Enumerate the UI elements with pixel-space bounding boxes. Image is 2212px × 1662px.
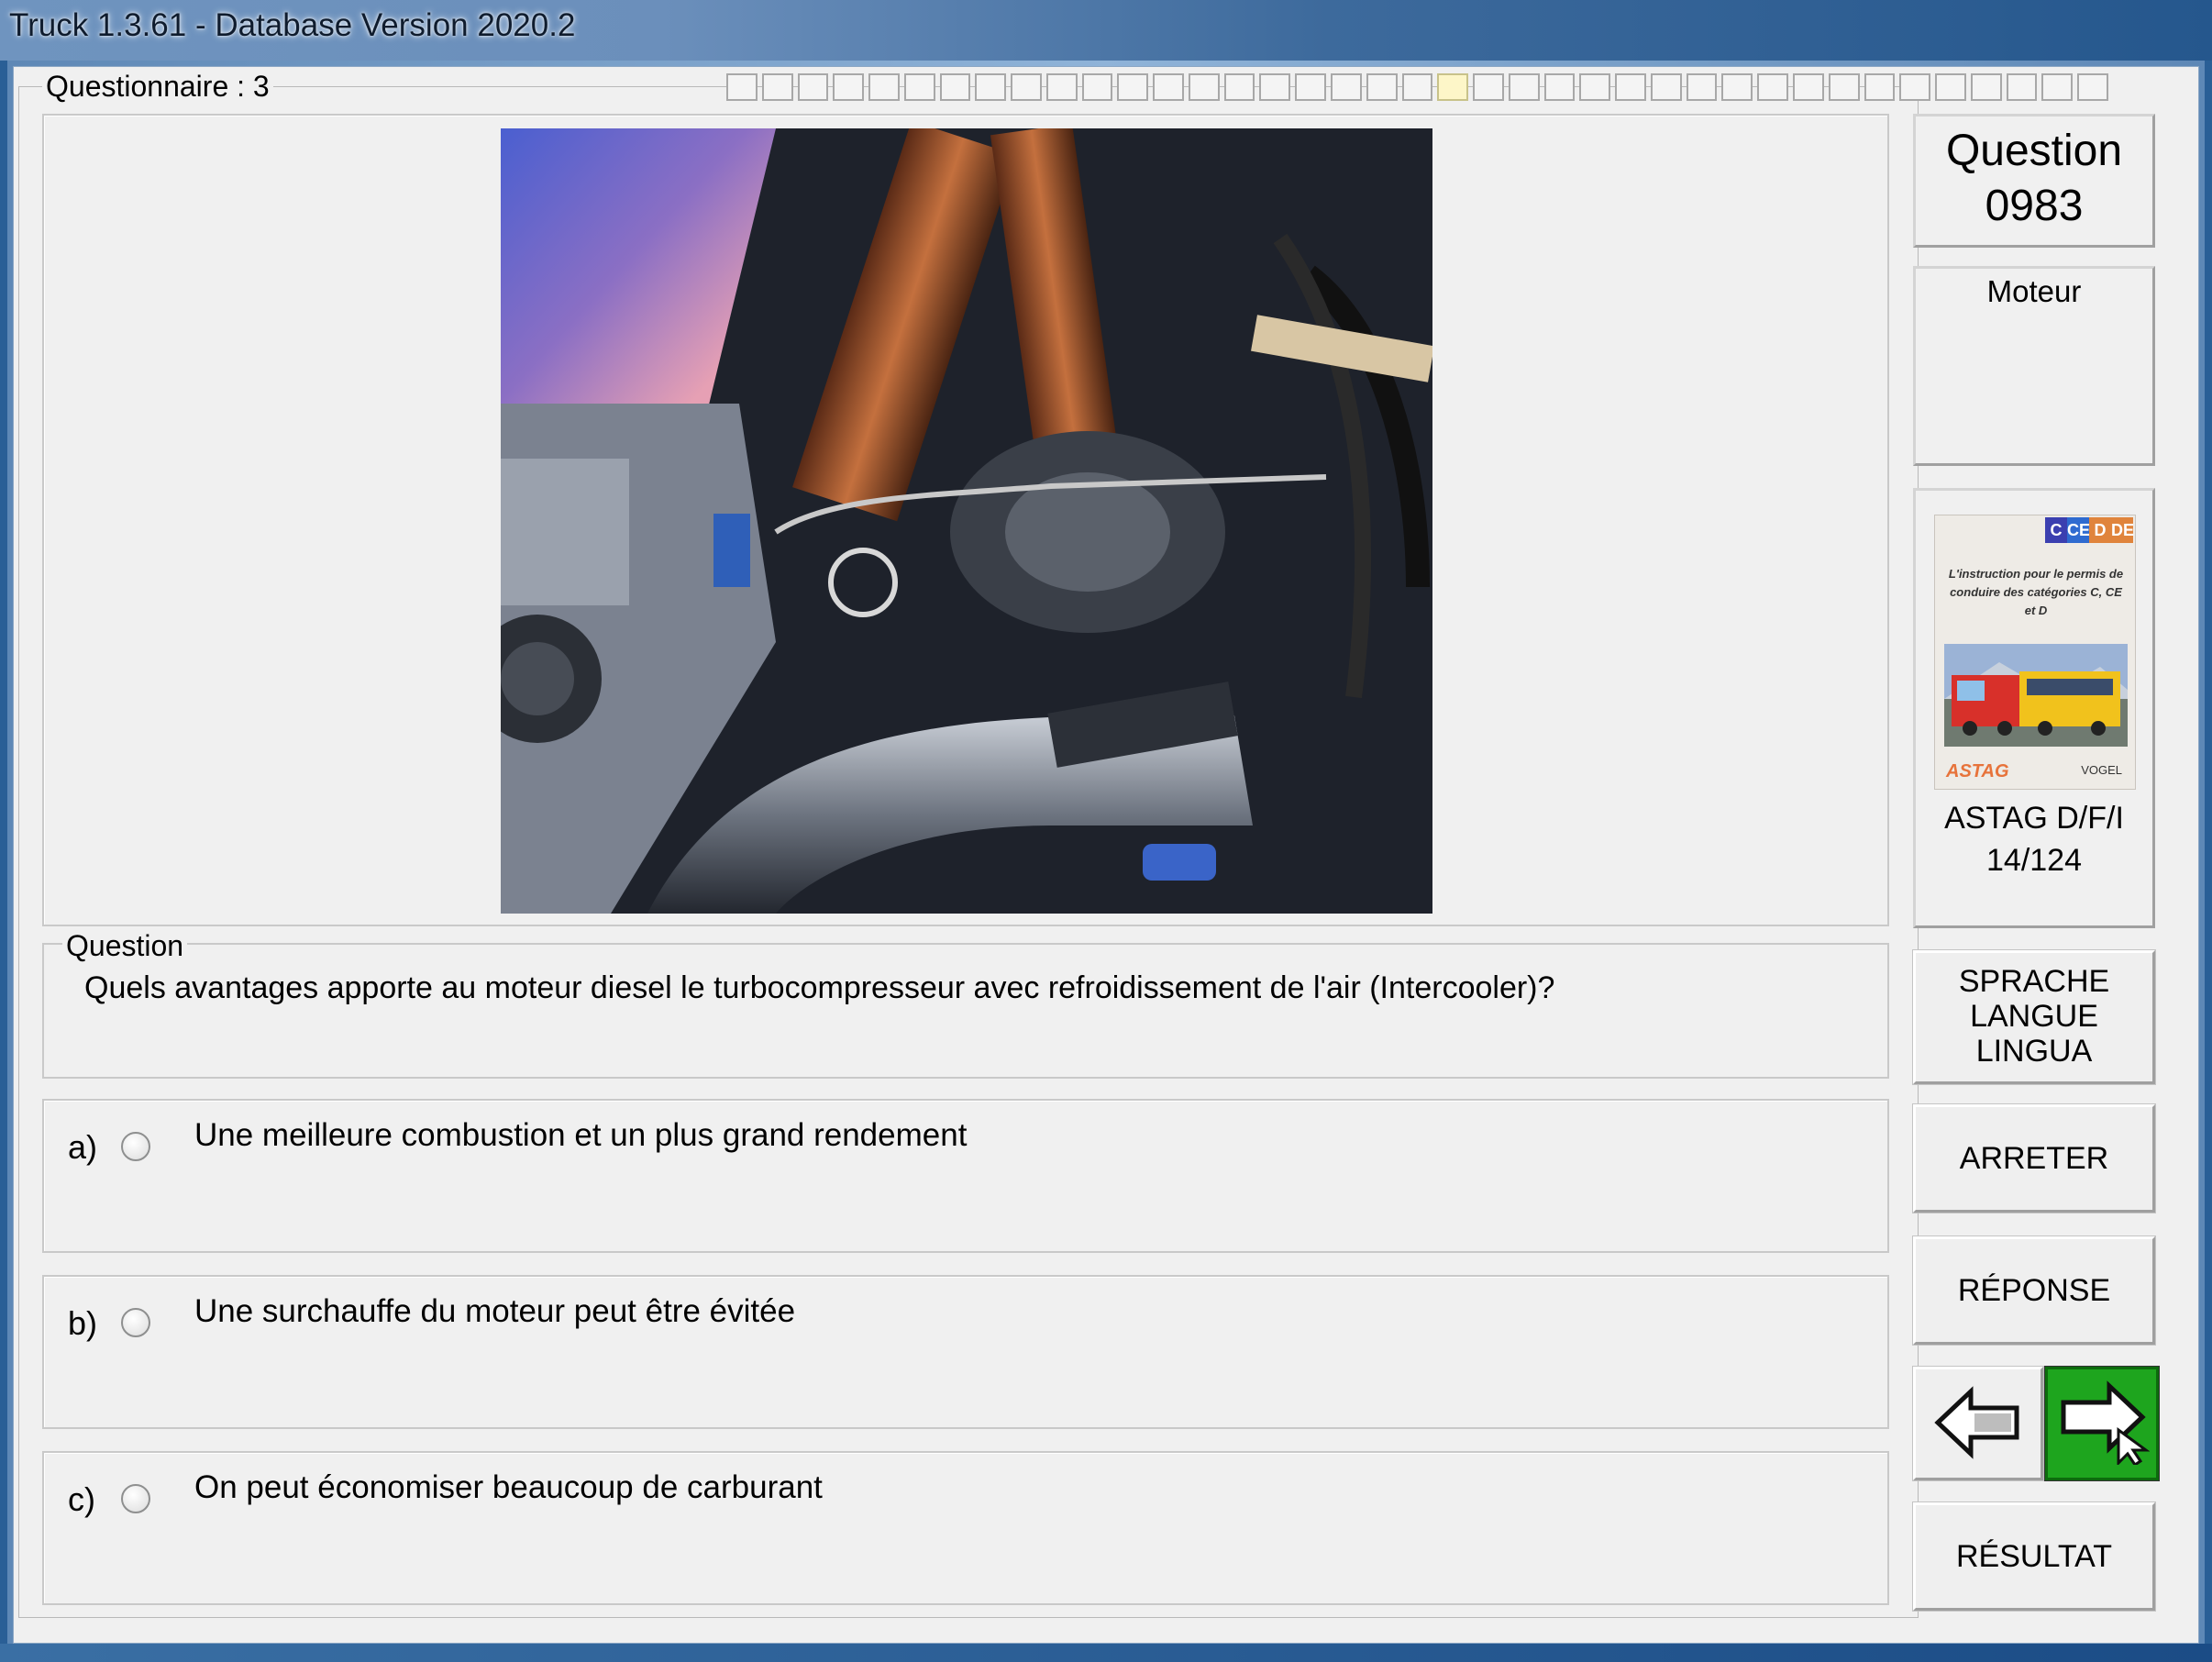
answer-b-letter: b) bbox=[68, 1304, 98, 1342]
progress-cell bbox=[1650, 73, 1682, 101]
progress-cell bbox=[1970, 73, 2002, 101]
progress-cell bbox=[1188, 73, 1220, 101]
question-number: 0983 bbox=[1985, 182, 2084, 230]
answer-a-text[interactable]: Une meilleure combustion et un plus gran… bbox=[194, 1117, 967, 1154]
progress-cell bbox=[1045, 73, 1078, 101]
question-number-label: Question bbox=[1945, 127, 2123, 175]
cover-category-d: D bbox=[2089, 517, 2111, 543]
window-title: Truck 1.3.61 - Database Version 2020.2 bbox=[9, 7, 576, 43]
progress-cell bbox=[1223, 73, 1255, 101]
progress-cell bbox=[1153, 73, 1184, 101]
progress-cell bbox=[2077, 73, 2108, 101]
cover-logo-astag: ASTAG bbox=[1946, 761, 2009, 781]
book-reference-box: C CE D DE L'instruction pour le permis d… bbox=[1913, 488, 2155, 928]
title-bar: Truck 1.3.61 - Database Version 2020.2 bbox=[0, 0, 2212, 61]
question-text: Quels avantages apporte au moteur diesel… bbox=[84, 970, 1555, 1005]
category-box: Moteur bbox=[1913, 266, 2155, 466]
answer-c-letter: c) bbox=[68, 1480, 95, 1518]
progress-cell bbox=[1899, 73, 1931, 101]
language-button[interactable]: SPRACHE LANGUE LINGUA bbox=[1912, 949, 2156, 1085]
cover-truck-bus-picture bbox=[1944, 644, 2128, 747]
answer-a-radio[interactable] bbox=[121, 1132, 150, 1161]
progress-cell bbox=[1757, 73, 1788, 101]
progress-cell bbox=[1828, 73, 1860, 101]
answer-a-letter: a) bbox=[68, 1128, 98, 1166]
progress-cell bbox=[1331, 73, 1362, 101]
progress-cell bbox=[903, 73, 935, 101]
progress-cell bbox=[1473, 73, 1504, 101]
cover-text: L'instruction pour le permis de conduire… bbox=[1948, 567, 2124, 617]
progress-cell bbox=[1011, 73, 1042, 101]
question-box bbox=[42, 943, 1889, 1079]
arrow-left-icon bbox=[1934, 1386, 2019, 1459]
answer-c-radio[interactable] bbox=[121, 1484, 150, 1513]
cover-logo-vogel: VOGEL bbox=[2081, 763, 2122, 777]
stop-button[interactable]: ARRETER bbox=[1912, 1103, 2156, 1213]
progress-cell bbox=[868, 73, 900, 101]
book-page: 14/124 bbox=[1986, 843, 2082, 878]
progress-cell bbox=[1935, 73, 1966, 101]
arrow-right-icon bbox=[2061, 1380, 2150, 1465]
progress-cell bbox=[2006, 73, 2038, 101]
cover-category-ce: CE bbox=[2067, 517, 2090, 543]
answer-c-text[interactable]: On peut économiser beaucoup de carburant bbox=[194, 1469, 823, 1506]
progress-cell bbox=[1081, 73, 1113, 101]
answer-button[interactable]: RÉPONSE bbox=[1912, 1235, 2156, 1346]
book-cover-image: C CE D DE L'instruction pour le permis d… bbox=[1934, 515, 2136, 790]
question-number-box: Question 0983 bbox=[1913, 114, 2155, 248]
progress-cell bbox=[1579, 73, 1611, 101]
progress-cell bbox=[975, 73, 1007, 101]
previous-button[interactable] bbox=[1912, 1366, 2044, 1481]
answer-b-radio[interactable] bbox=[121, 1308, 150, 1337]
progress-cell bbox=[1437, 73, 1469, 101]
question-progress-bar bbox=[726, 73, 2113, 101]
cover-category-de: DE bbox=[2111, 517, 2134, 543]
cover-categories: C CE D DE bbox=[2045, 517, 2134, 543]
questionnaire-legend: Questionnaire : 3 bbox=[42, 70, 273, 104]
progress-cell bbox=[1508, 73, 1540, 101]
category-label: Moteur bbox=[1986, 274, 2082, 308]
progress-cell bbox=[939, 73, 971, 101]
progress-cell bbox=[1721, 73, 1753, 101]
progress-cell bbox=[1686, 73, 1718, 101]
language-button-label-fr: LANGUE bbox=[1970, 999, 2098, 1034]
progress-cell bbox=[1864, 73, 1896, 101]
next-button[interactable] bbox=[2044, 1366, 2160, 1481]
language-button-label-it: LINGUA bbox=[1975, 1034, 2093, 1069]
question-legend: Question bbox=[62, 929, 188, 963]
book-source: ASTAG D/F/I bbox=[1944, 801, 2124, 836]
cover-category-c: C bbox=[2045, 517, 2067, 543]
engine-photo bbox=[501, 128, 1432, 914]
progress-cell bbox=[1366, 73, 1398, 101]
progress-cell bbox=[1615, 73, 1646, 101]
taskbar-strip bbox=[0, 1644, 2212, 1662]
progress-cell bbox=[726, 73, 758, 101]
progress-cell bbox=[2041, 73, 2074, 101]
language-button-label-de: SPRACHE bbox=[1958, 964, 2110, 999]
result-button[interactable]: RÉSULTAT bbox=[1912, 1501, 2156, 1612]
progress-cell bbox=[1543, 73, 1576, 101]
progress-cell bbox=[761, 73, 793, 101]
progress-cell bbox=[833, 73, 865, 101]
progress-cell bbox=[1259, 73, 1291, 101]
answer-b-text[interactable]: Une surchauffe du moteur peut être évité… bbox=[194, 1293, 795, 1330]
progress-cell bbox=[1117, 73, 1149, 101]
progress-cell bbox=[1401, 73, 1433, 101]
progress-cell bbox=[1792, 73, 1824, 101]
progress-cell bbox=[797, 73, 829, 101]
progress-cell bbox=[1295, 73, 1327, 101]
